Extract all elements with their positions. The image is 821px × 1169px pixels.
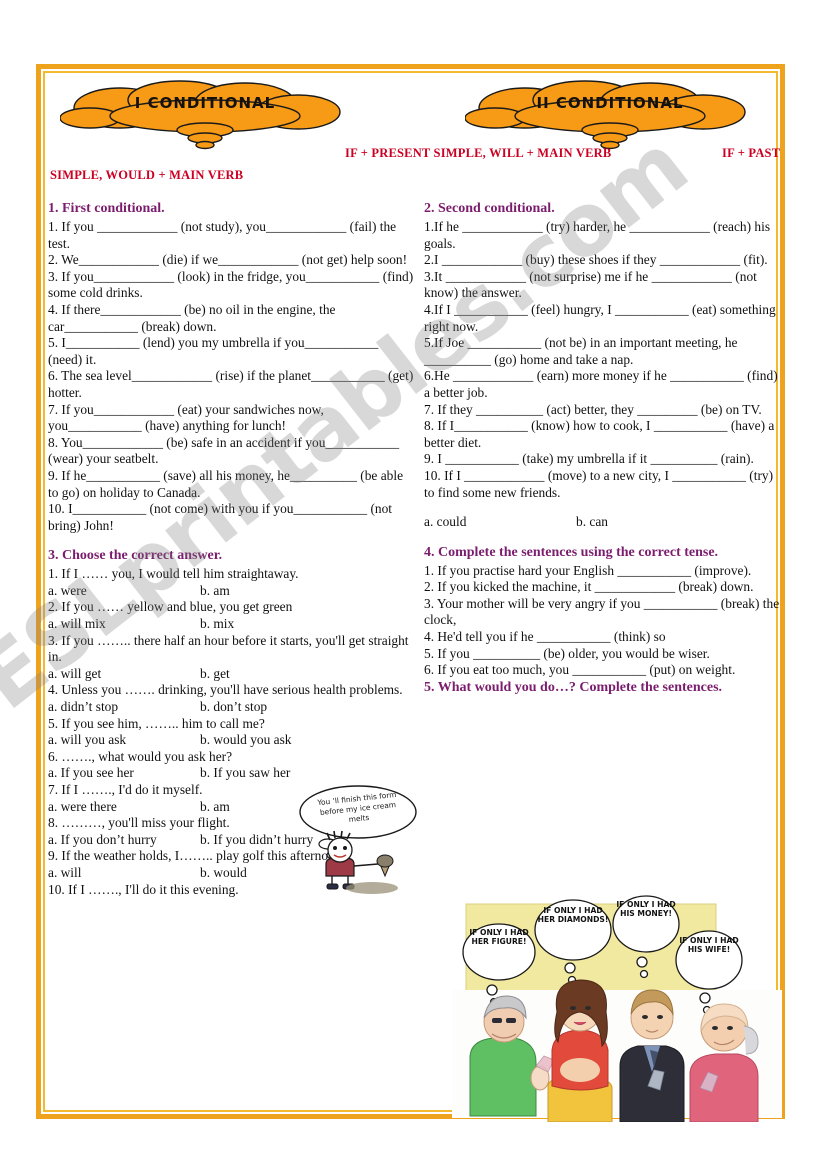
option-b[interactable]: b. get <box>200 666 230 681</box>
formula-first-conditional: IF + PRESENT SIMPLE, WILL + MAIN VERB <box>345 146 612 160</box>
exercise3-options[interactable]: a. If you see her b. If you saw her <box>48 765 414 782</box>
option-a[interactable]: a. will <box>48 865 200 882</box>
exercise3-options[interactable]: a. were b. am <box>48 583 414 600</box>
option-b-can[interactable]: b. can <box>576 514 608 529</box>
column-right: 2. Second conditional. 1.If he _________… <box>424 200 780 698</box>
exercise1-item[interactable]: 6. The sea level____________ (rise) if t… <box>48 368 414 401</box>
cloud-banner-left: I CONDITIONAL <box>60 78 350 150</box>
option-a[interactable]: a. didn’t stop <box>48 699 200 716</box>
exercise4-item[interactable]: 3. Your mother will be very angry if you… <box>424 596 780 629</box>
exercise3-question: 2. If you …… yellow and blue, you get gr… <box>48 599 293 615</box>
exercise1-item[interactable]: 7. If you____________ (eat) your sandwic… <box>48 402 414 435</box>
exercise1-heading: 1. First conditional. <box>48 201 165 216</box>
thought-bubble-diamonds: IF ONLY I HAD HER DIAMONDS! <box>537 906 609 925</box>
exercise2-heading: 2. Second conditional. <box>424 201 555 216</box>
exercise1-item[interactable]: 9. If he___________ (save) all his money… <box>48 468 414 501</box>
title-second-conditional: II CONDITIONAL <box>536 94 684 112</box>
exercise2-item[interactable]: 8. If I___________ (know) how to cook, I… <box>424 418 780 451</box>
cloud-banner-right: II CONDITIONAL <box>465 78 755 150</box>
exercise2-item[interactable]: 7. If they __________ (act) better, they… <box>424 402 780 419</box>
exercise4-item[interactable]: 4. He'd tell you if he ___________ (thin… <box>424 629 780 646</box>
exercise4-item[interactable]: 2. If you kicked the machine, it _______… <box>424 579 780 596</box>
option-b[interactable]: b. would <box>200 865 247 880</box>
exercise3-heading: 3. Choose the correct answer. <box>48 548 223 564</box>
kid-cartoon: You ’ll finish this form before my ice c… <box>286 784 421 896</box>
exercise4-item[interactable]: 5. If you __________ (be) older, you wou… <box>424 646 780 663</box>
worksheet-page: I CONDITIONAL II CONDITIONAL IF + PRESEN… <box>0 0 821 1169</box>
option-b[interactable]: b. am <box>200 799 230 814</box>
option-b[interactable]: b. would you ask <box>200 732 292 747</box>
exercise2-item[interactable]: 1.If he ____________ (try) harder, he __… <box>424 219 780 252</box>
thought-bubble-wife: IF ONLY I HAD HIS WIFE! <box>679 936 739 955</box>
exercise3-question: 5. If you see him, …….. him to call me? <box>48 715 265 731</box>
option-b[interactable]: b. If you saw her <box>200 765 290 780</box>
option-a[interactable]: a. were <box>48 583 200 600</box>
exercise3-options[interactable]: a. didn’t stop b. don’t stop <box>48 699 414 716</box>
exercise4-item[interactable]: 6. If you eat too much, you ___________ … <box>424 662 780 679</box>
party-cartoon: IF ONLY I HAD HER FIGURE! IF ONLY I HAD … <box>452 890 782 1122</box>
exercise1-item[interactable]: 4. If there____________ (be) no oil in t… <box>48 302 414 335</box>
exercise2-answer-options[interactable]: a. could b. can <box>424 514 780 531</box>
exercise3-question: 4. Unless you ……. drinking, you'll have … <box>48 682 403 698</box>
exercise2-item[interactable]: 6.He ____________ (earn) more money if h… <box>424 368 780 401</box>
exercise1-item[interactable]: 2. We____________ (die) if we___________… <box>48 252 414 269</box>
option-a[interactable]: a. were there <box>48 799 200 816</box>
option-a[interactable]: a. If you see her <box>48 765 200 782</box>
exercise1-item[interactable]: 8. You____________ (be) safe in an accid… <box>48 435 414 468</box>
option-b[interactable]: b. don’t stop <box>200 699 267 714</box>
exercise2-item[interactable]: 4.If I ___________ (feel) hungry, I ____… <box>424 302 780 335</box>
exercise2-item[interactable]: 10. If I ____________ (move) to a new ci… <box>424 468 780 501</box>
exercise3-options[interactable]: a. will you ask b. would you ask <box>48 732 414 749</box>
exercise2-item[interactable]: 2.I ____________ (buy) these shoes if th… <box>424 252 780 269</box>
option-b[interactable]: b. am <box>200 583 230 598</box>
exercise1-item[interactable]: 1. If you ____________ (not study), you_… <box>48 219 414 252</box>
option-a[interactable]: a. will you ask <box>48 732 200 749</box>
formula-second-conditional-part1: IF + PAST <box>722 146 781 160</box>
exercise3-question: 3. If you …….. there half an hour before… <box>48 632 409 665</box>
exercise3-question: 6. ……., what would you ask her? <box>48 748 233 764</box>
exercise4-heading: 4. Complete the sentences using the corr… <box>424 544 719 560</box>
formula-second-conditional-part2: SIMPLE, WOULD + MAIN VERB <box>50 168 244 182</box>
option-b[interactable]: b. mix <box>200 616 234 631</box>
title-first-conditional: I CONDITIONAL <box>134 94 276 112</box>
option-a[interactable]: a. will mix <box>48 616 200 633</box>
exercise1-item[interactable]: 5. I___________ (lend) you my umbrella i… <box>48 335 414 368</box>
exercise3-question: 1. If I …… you, I would tell him straigh… <box>48 566 299 582</box>
exercise1-item[interactable]: 3. If you____________ (look) in the frid… <box>48 269 414 302</box>
exercise3-options[interactable]: a. will mix b. mix <box>48 616 414 633</box>
exercise2-item[interactable]: 9. I ___________ (take) my umbrella if i… <box>424 451 780 468</box>
option-a[interactable]: a. will get <box>48 666 200 683</box>
exercise3-options[interactable]: a. will get b. get <box>48 666 414 683</box>
option-a-could[interactable]: a. could <box>424 514 576 531</box>
exercise4-item[interactable]: 1. If you practise hard your English ___… <box>424 563 780 580</box>
exercise1-item[interactable]: 10. I___________ (not come) with you if … <box>48 501 414 534</box>
option-a[interactable]: a. If you don’t hurry <box>48 832 200 849</box>
exercise2-item[interactable]: 5.If Joe ___________ (not be) in an impo… <box>424 335 780 368</box>
thought-bubble-money: IF ONLY I HAD HIS MONEY! <box>616 900 676 919</box>
exercise2-item[interactable]: 3.It ____________ (not surprise) me if h… <box>424 269 780 302</box>
thought-bubble-figure: IF ONLY I HAD HER FIGURE! <box>469 928 529 947</box>
exercise5-heading: 5. What would you do…? Complete the sent… <box>424 679 723 695</box>
